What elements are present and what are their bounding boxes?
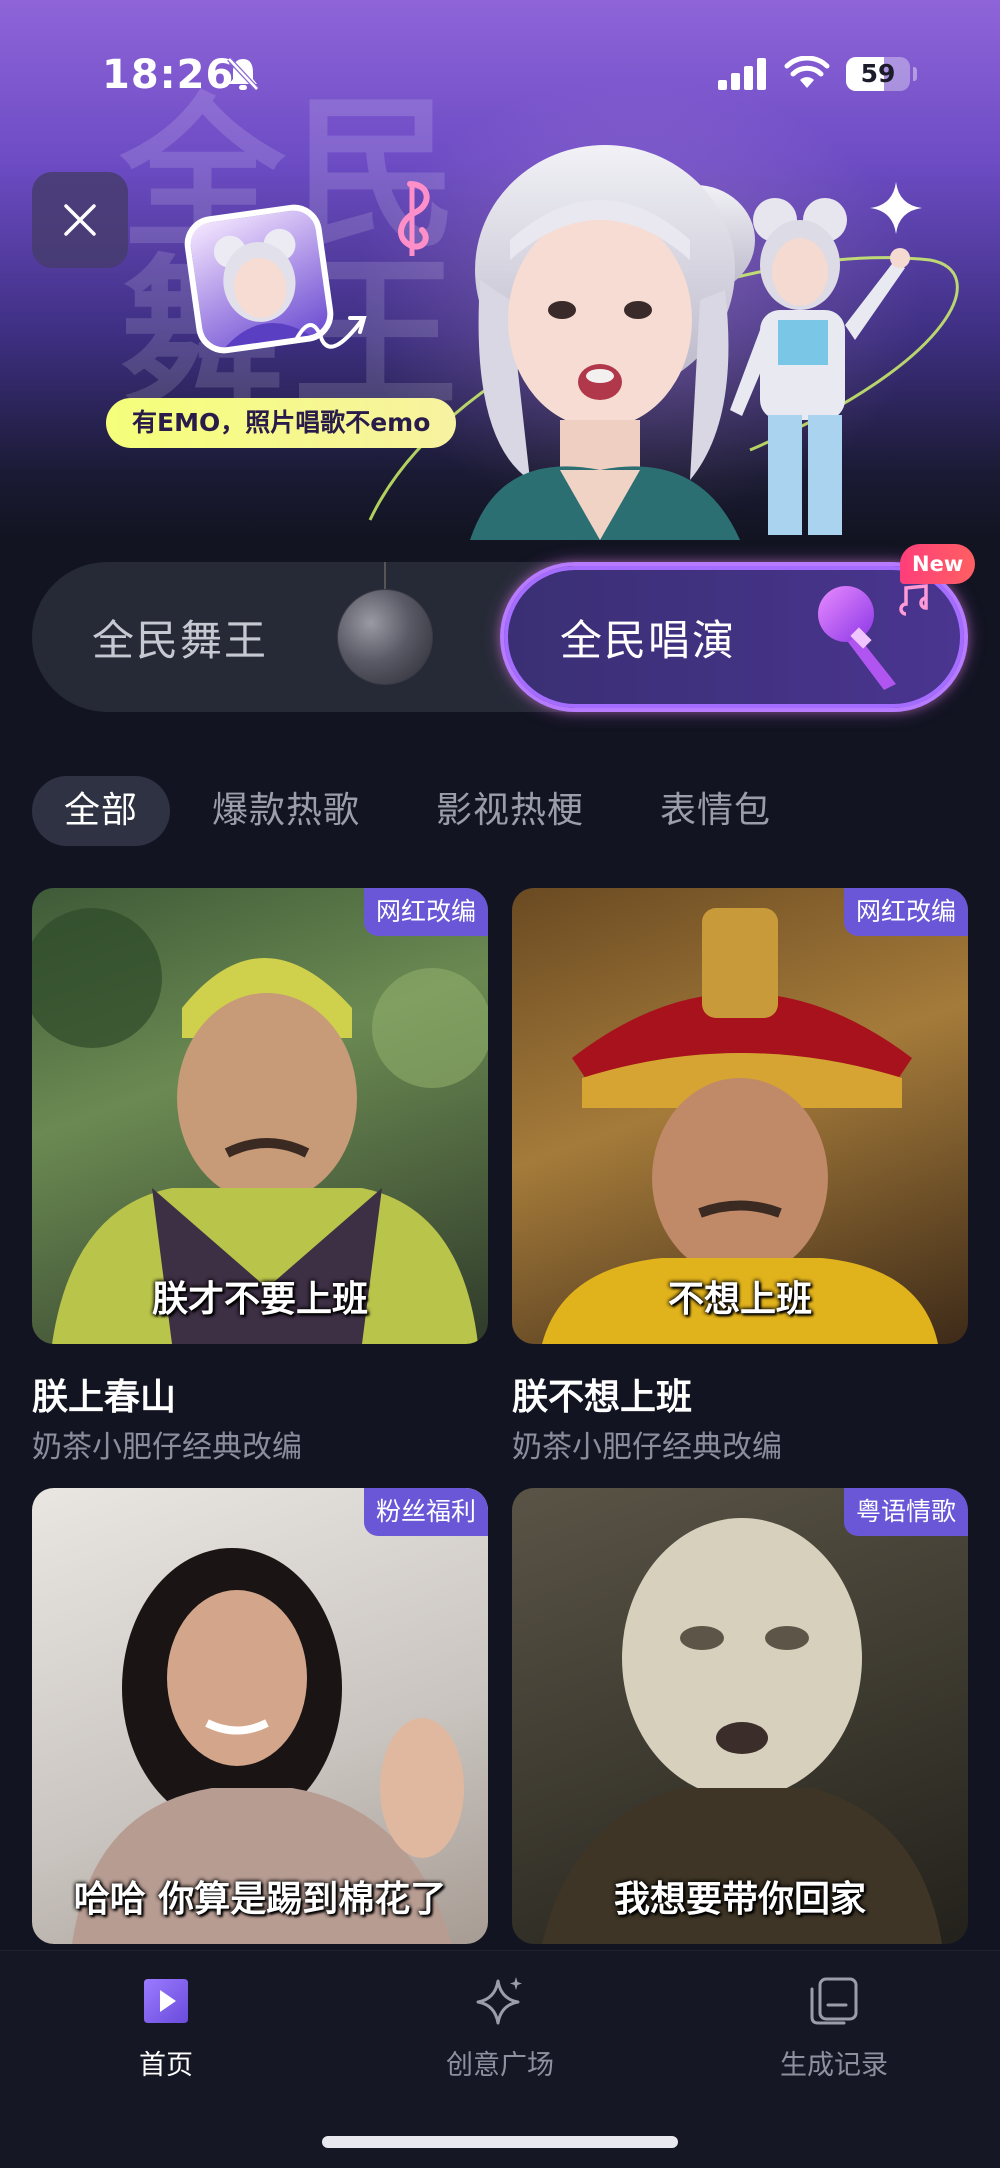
- card-tag: 网红改编: [363, 888, 488, 936]
- card-tag: 粉丝福利: [363, 1488, 488, 1536]
- nav-creative-square-label: 创意广场: [446, 2050, 554, 2081]
- battery-indicator: 59: [846, 57, 910, 91]
- status-time: 18:26: [102, 52, 235, 98]
- sparkle-icon: [476, 1977, 522, 2025]
- nav-history[interactable]: 生成记录: [734, 1975, 934, 2095]
- card-thumbnail: 粤语情歌 我想要带你回家: [512, 1488, 968, 1944]
- disco-string: [384, 562, 386, 590]
- tab-hot-songs[interactable]: 爆款热歌: [212, 776, 360, 846]
- battery-cap: [913, 67, 917, 81]
- sparkle-star-icon: [870, 182, 922, 234]
- arrow-doodle-icon: [294, 316, 367, 349]
- card-caption: 哈哈 你算是踢到棉花了: [73, 1879, 447, 1920]
- template-card[interactable]: 粉丝福利 哈哈 你算是踢到棉花了: [32, 1488, 488, 1944]
- tab-stickers[interactable]: 表情包: [660, 776, 771, 846]
- microphone-icon: [818, 586, 896, 690]
- template-card[interactable]: 网红改编 不想上班 朕不想上班 奶茶小肥仔经典改编: [512, 888, 968, 1488]
- app-screen: 全民舞王: [0, 0, 1000, 2168]
- card-thumbnail: 网红改编 不想上班: [512, 888, 968, 1344]
- hero-banner[interactable]: 全民舞王: [0, 0, 1000, 540]
- card-tag: 粤语情歌: [843, 1488, 968, 1536]
- card-thumbnail: 网红改编 朕才不要上班: [32, 888, 488, 1344]
- status-bar: 18:26 59: [0, 0, 1000, 150]
- nav-creative-square[interactable]: 创意广场: [400, 1975, 600, 2095]
- wifi-icon: [784, 56, 830, 88]
- mode-dance-king[interactable]: 全民舞王: [32, 562, 492, 712]
- dancer-illustration: [730, 198, 910, 535]
- card-caption: 不想上班: [667, 1279, 812, 1320]
- nav-history-label: 生成记录: [780, 2050, 888, 2081]
- cellular-signal-icon: [718, 58, 766, 90]
- template-card[interactable]: 网红改编 朕才不要上班 朕上春山 奶茶小肥仔经典改编: [32, 888, 488, 1488]
- category-tabs: 全部 爆款热歌 影视热梗 表情包: [32, 776, 972, 846]
- card-subtitle: 奶茶小肥仔经典改编: [32, 1430, 302, 1465]
- record-icon: [810, 1977, 858, 2025]
- nav-home-label: 首页: [139, 2050, 193, 2081]
- new-badge: New: [900, 544, 976, 584]
- disco-ball-icon: [337, 589, 433, 685]
- card-thumbnail: 粉丝福利 哈哈 你算是踢到棉花了: [32, 1488, 488, 1944]
- card-caption: 朕才不要上班: [151, 1279, 368, 1320]
- card-caption: 我想要带你回家: [613, 1879, 866, 1920]
- home-indicator[interactable]: [322, 2136, 678, 2148]
- card-title: 朕不想上班: [512, 1377, 693, 1418]
- mode-dance-king-label: 全民舞王: [92, 615, 269, 665]
- tab-film-memes[interactable]: 影视热梗: [436, 776, 584, 846]
- template-card[interactable]: 粤语情歌 我想要带你回家: [512, 1488, 968, 1944]
- music-note-icon: [398, 181, 430, 256]
- bell-off-icon: [227, 57, 259, 91]
- emo-promo-badge: 有EMO，照片唱歌不emo: [106, 398, 457, 448]
- nav-home[interactable]: 首页: [66, 1975, 266, 2095]
- mode-sing-perform-label: 全民唱演: [560, 615, 737, 665]
- battery-percent: 59: [860, 59, 896, 88]
- card-tag: 网红改编: [843, 888, 968, 936]
- close-icon: [64, 204, 96, 236]
- close-button[interactable]: [32, 172, 128, 268]
- card-subtitle: 奶茶小肥仔经典改编: [512, 1430, 782, 1465]
- music-note-small-icon: [899, 584, 928, 616]
- card-title: 朕上春山: [32, 1377, 177, 1418]
- home-play-icon: [144, 1979, 188, 2023]
- tab-all[interactable]: 全部: [32, 776, 171, 846]
